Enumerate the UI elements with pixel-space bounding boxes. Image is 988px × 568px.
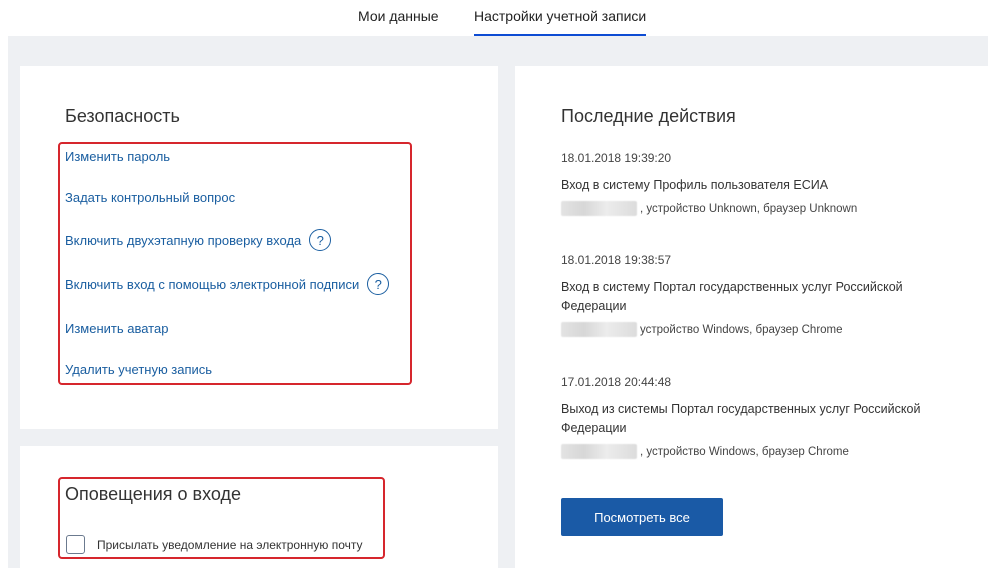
action-title: Вход в систему Портал государственных ус… — [561, 280, 903, 313]
action-meta: , устройство Unknown, браузер Unknown — [561, 201, 961, 216]
enable-two-step-link[interactable]: Включить двухэтапную проверку входа ? — [65, 229, 332, 251]
link-label: Задать контрольный вопрос — [65, 190, 236, 205]
link-label: Включить вход с помощью электронной подп… — [65, 276, 360, 292]
action-device: устройство Windows, браузер Chrome — [640, 323, 843, 336]
action-meta: устройство Windows, браузер Chrome — [561, 322, 961, 337]
tab-account-settings[interactable]: Настройки учетной записи — [474, 8, 647, 36]
email-notification-option[interactable]: Присылать уведомление на электронную поч… — [66, 535, 363, 554]
security-card: Безопасность Изменить пароль Задать конт… — [20, 66, 498, 429]
checkbox-label: Присылать уведомление на электронную поч… — [97, 537, 363, 552]
action-date: 18.01.2018 19:39:20 — [561, 151, 672, 165]
page: Мои данные Настройки учетной записи Безо… — [0, 0, 988, 568]
help-icon[interactable]: ? — [367, 273, 390, 295]
delete-account-link[interactable]: Удалить учетную запись — [65, 362, 212, 377]
help-icon[interactable]: ? — [309, 229, 332, 251]
link-label: Изменить пароль — [65, 149, 171, 164]
enable-e-signature-login-link[interactable]: Включить вход с помощью электронной подп… — [65, 273, 390, 295]
redacted-ip-address — [561, 322, 637, 337]
notifications-title: Оповещения о входе — [65, 484, 241, 504]
tab-label: Настройки учетной записи — [474, 8, 647, 24]
link-label: Удалить учетную запись — [65, 362, 213, 377]
action-title: Вход в систему Профиль пользователя ЕСИА — [561, 178, 829, 192]
change-password-link[interactable]: Изменить пароль — [65, 149, 170, 164]
action-item: 18.01.2018 19:38:57 Вход в систему Порта… — [561, 253, 961, 337]
action-item: 18.01.2018 19:39:20 Вход в систему Профи… — [561, 151, 961, 216]
change-avatar-link[interactable]: Изменить аватар — [65, 321, 168, 336]
tab-my-data[interactable]: Мои данные — [358, 8, 439, 36]
tab-label: Мои данные — [358, 8, 439, 24]
action-date: 18.01.2018 19:38:57 — [561, 253, 672, 267]
redacted-ip-address — [561, 201, 637, 216]
action-meta: , устройство Windows, браузер Chrome — [561, 444, 961, 459]
recent-actions-card: Последние действия 18.01.2018 19:39:20 В… — [515, 66, 988, 568]
tab-bar: Мои данные Настройки учетной записи — [0, 0, 988, 36]
set-security-question-link[interactable]: Задать контрольный вопрос — [65, 190, 235, 205]
action-device: , устройство Unknown, браузер Unknown — [640, 202, 858, 215]
security-title: Безопасность — [65, 106, 180, 126]
action-item: 17.01.2018 20:44:48 Выход из системы Пор… — [561, 375, 961, 459]
action-title: Выход из системы Портал государственных … — [561, 402, 921, 435]
recent-actions-title: Последние действия — [561, 106, 736, 126]
link-label: Изменить аватар — [65, 321, 169, 336]
login-notifications-card: Оповещения о входе Присылать уведомление… — [20, 446, 498, 568]
link-label: Включить двухэтапную проверку входа — [65, 232, 302, 248]
action-date: 17.01.2018 20:44:48 — [561, 375, 672, 389]
action-device: , устройство Windows, браузер Chrome — [640, 445, 849, 458]
redacted-ip-address — [561, 444, 637, 459]
email-notification-checkbox[interactable] — [66, 535, 85, 554]
view-all-button[interactable]: Посмотреть все — [561, 498, 723, 536]
